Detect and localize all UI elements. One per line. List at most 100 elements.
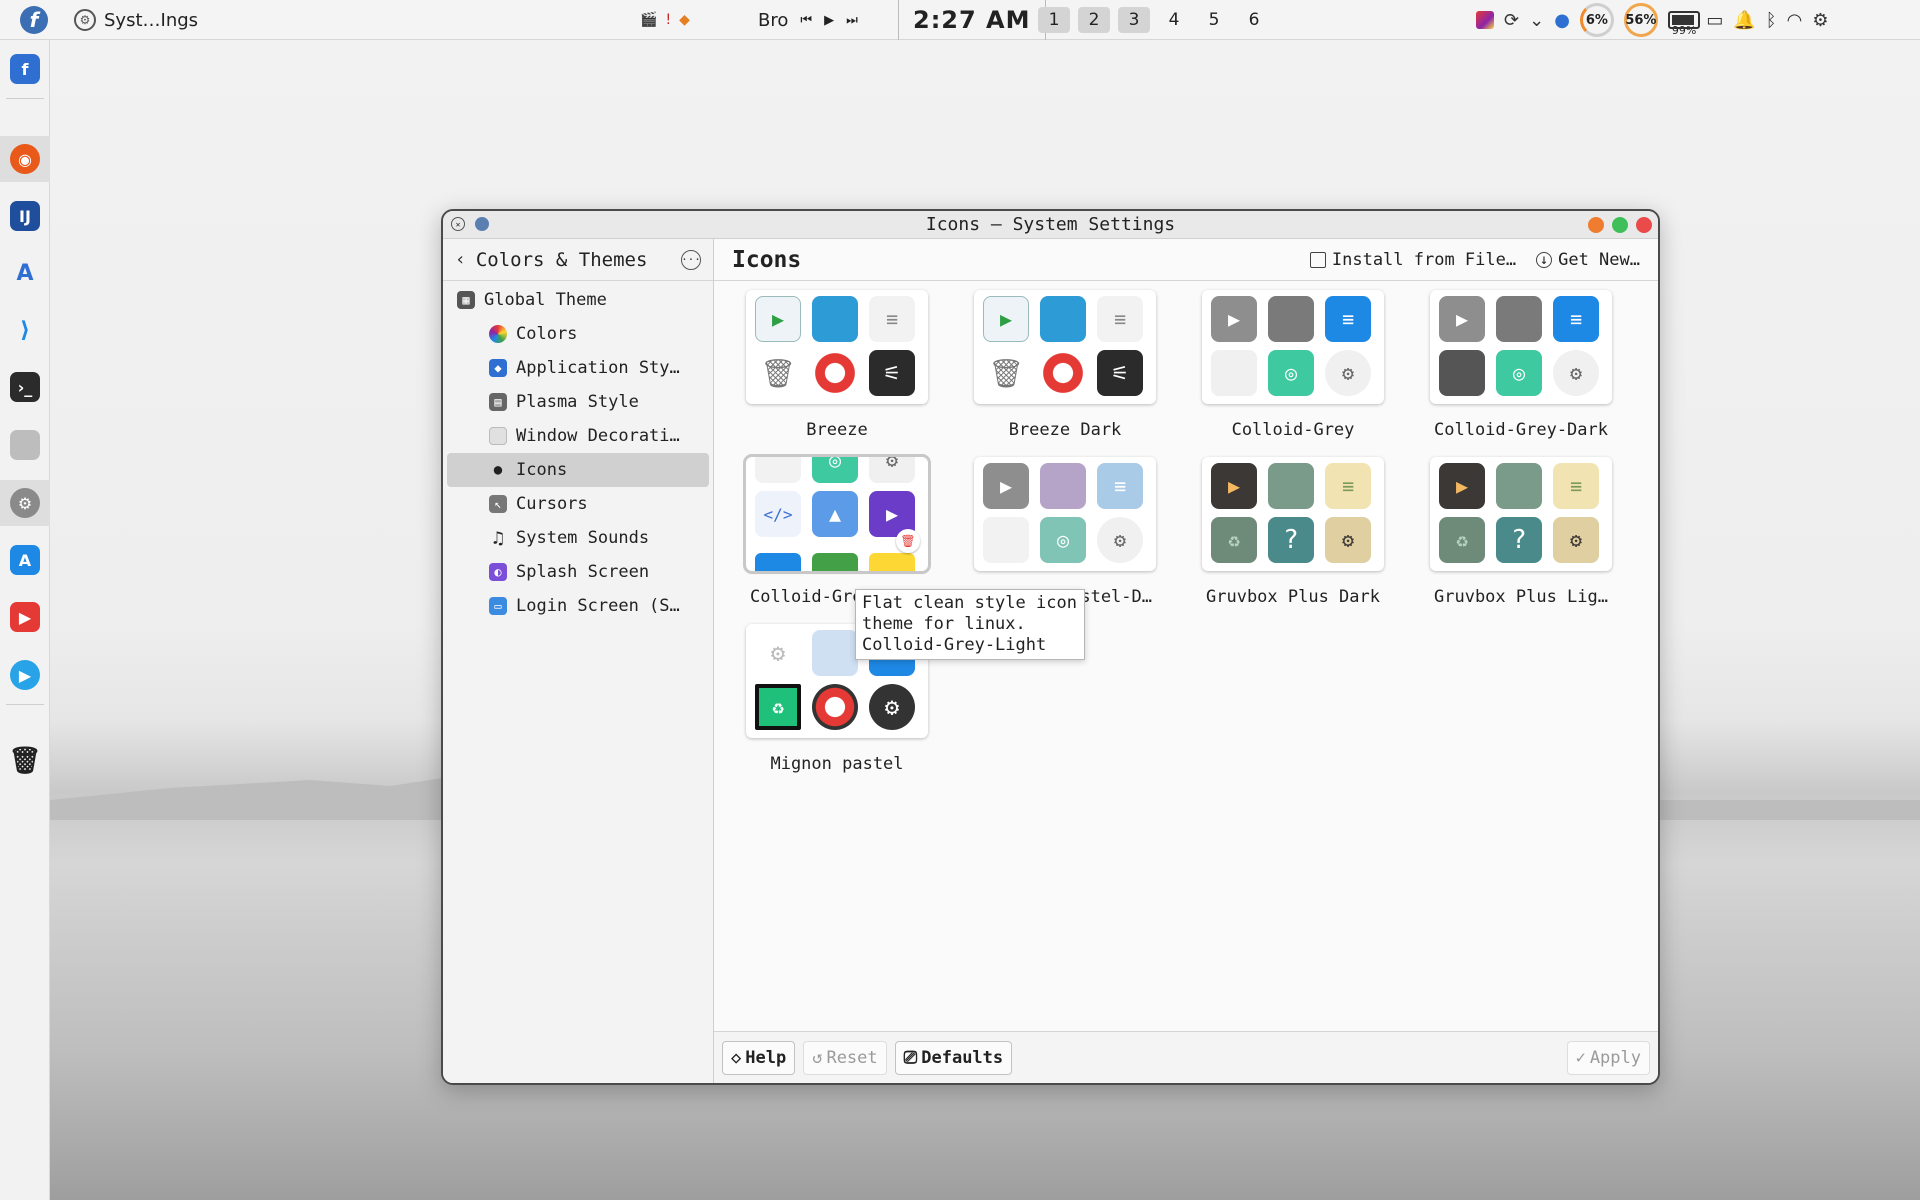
theme-name: Breeze Dark [1008,420,1122,440]
settings-gear-icon: ⚙ [1325,517,1371,563]
sidebar-item-global-theme[interactable]: ▦ Global Theme [447,283,709,317]
settings-sidebar: ‹ Colors & Themes ··· ▦ Global Theme Col… [443,239,714,1083]
system-settings-icon[interactable]: ⚙ [1812,10,1828,31]
trash-icon: 🗑 [760,356,796,390]
sidebar-item-window-decorations[interactable]: Window Decorati… [447,419,709,453]
battery-icon [1667,11,1700,29]
sidebar-item-icons[interactable]: ● Icons [447,453,709,487]
bluetooth-icon[interactable]: ᛒ [1766,10,1777,31]
more-options-icon[interactable]: ··· [681,249,701,270]
application-style-icon: ◆ [489,359,507,377]
fedora-app-icon[interactable]: f [10,54,40,84]
close-button[interactable] [1636,217,1652,233]
plasma-style-icon: ▤ [489,393,507,411]
document-icon: ≡ [1325,296,1371,342]
sidebar-item-label: Icons [516,460,568,480]
vscode-icon[interactable]: ⟩ [10,315,40,345]
image-viewer-icon: ▲ [812,491,858,537]
video-player-icon: ▶ [983,296,1029,342]
back-chevron-icon[interactable]: ‹ [455,249,466,270]
sidebar-item-label: Splash Screen [516,562,650,582]
theme-tile-breeze[interactable]: ▶ ≡ 🗑 ⚟ Breeze [723,290,951,440]
desktop-1[interactable]: 1 [1038,7,1070,33]
sidebar-item-cursors[interactable]: ↖ Cursors [447,487,709,521]
theme-tile-colloid-grey-dark[interactable]: ▶ ≡ ◎ ⚙ Colloid-Grey-Dark [1407,290,1635,440]
folder-icon [1040,296,1086,342]
theme-preview: ▶ ≡ 🗑 ⚟ [746,290,928,404]
window-titlebar[interactable]: ✕ Icons — System Settings [443,211,1658,239]
help-button[interactable]: ◇ Help [722,1040,796,1075]
sidebar-item-label: Plasma Style [516,392,639,412]
install-from-file-button[interactable]: Install from File… [1309,250,1516,270]
minimize-button[interactable] [1588,217,1604,233]
system-settings-icon[interactable]: ⚙ [10,488,40,518]
terminal-icon[interactable]: ›_ [10,372,40,402]
theme-tile-colloid-grey[interactable]: ▶ ≡ ◎ ⚙ Colloid-Grey [1179,290,1407,440]
active-window-indicator[interactable]: ⚙ Syst…Ings [74,0,198,40]
theme-tile-colloid-grey-light[interactable]: ◎ ⚙ </> ▲ ▶ 🗑 Colloid-Grey-Lig… [723,454,951,607]
active-window-title: Syst…Ings [104,9,199,31]
media-thumbnails[interactable]: 🎬 ! ◆ [640,0,690,40]
get-new-button[interactable]: ↓ Get New… [1536,250,1640,270]
sidebar-item-application-style[interactable]: ◆ Application Sty… [447,351,709,385]
app-cube-icon[interactable] [1476,11,1494,29]
sidebar-item-label: Cursors [516,494,588,514]
video-player-icon: ▶ [1211,463,1257,509]
remove-theme-icon[interactable]: 🗑 [896,529,920,553]
fedora-launcher[interactable]: f [20,0,48,40]
desktop-4[interactable]: 4 [1158,7,1190,33]
software-center-icon[interactable]: A [10,545,40,575]
sidebar-item-system-sounds[interactable]: ♫ System Sounds [447,521,709,555]
youtube-icon[interactable]: ▶ [10,602,40,632]
help-lifebuoy-icon: ◎ [1268,350,1314,396]
intellij-icon[interactable]: IJ [10,201,40,231]
dock-separator [6,98,44,99]
app-indicator-icon[interactable]: ● [1554,10,1570,31]
play-button[interactable]: ▶ [824,13,834,28]
previous-track-button[interactable]: ⏮ [800,13,812,28]
desktop-5[interactable]: 5 [1198,7,1230,33]
next-track-button[interactable]: ⏭ [846,13,858,28]
desktop-3[interactable]: 3 [1118,7,1150,33]
theme-tile-breeze-dark[interactable]: ▶ ≡ 🗑 ⚟ Breeze Dark [951,290,1179,440]
theme-tile-colloid-pastel-dark[interactable]: ▶ ≡ ◎ ⚙ Colloid-Pastel-D… [951,457,1179,607]
defaults-button[interactable]: ⎚ Defaults [894,1040,1013,1075]
media-player-icon[interactable]: ▶ [10,660,40,690]
icon-theme-grid: ▶ ≡ 🗑 ⚟ Breeze ▶ ≡ 🗑 ⚟ Breeze Dark ▶ ≡ ◎… [714,282,1658,774]
theme-tile-gruvbox-plus-dark[interactable]: ▶ ≡ ♻ ? ⚙ Gruvbox Plus Dark [1179,457,1407,607]
memory-monitor[interactable]: 56% [1623,3,1658,37]
apply-button[interactable]: ✓ Apply [1566,1040,1650,1075]
sync-icon[interactable]: ⟳ [1504,10,1519,31]
trash-icon[interactable]: 🗑 [9,746,42,776]
cpu-monitor[interactable]: 6% [1579,3,1614,37]
sidebar-item-plasma-style[interactable]: ▤ Plasma Style [447,385,709,419]
window-title: Icons — System Settings [925,214,1176,235]
sidebar-item-splash-screen[interactable]: ◐ Splash Screen [447,555,709,589]
maximize-button[interactable] [1612,217,1628,233]
files-folder-icon[interactable] [10,430,40,460]
reset-button[interactable]: ↺ Reset [803,1040,887,1075]
wifi-icon[interactable]: ◠ [1787,10,1803,31]
sidebar-header: ‹ Colors & Themes ··· [443,239,713,281]
clock[interactable]: 2:27 AM [898,0,1046,40]
firefox-icon[interactable]: ◉ [10,144,40,174]
settings-gear-icon: ⚙ [869,457,915,483]
app-store-icon[interactable]: A [10,258,40,288]
page-title: Icons [732,246,802,273]
sidebar-item-login-screen[interactable]: ▭ Login Screen (S… [447,589,709,623]
desktop-2[interactable]: 2 [1078,7,1110,33]
settings-gear-icon: ⚙ [74,9,96,31]
desktop-6[interactable]: 6 [1238,7,1270,33]
clipboard-icon[interactable]: ▭ [1706,10,1723,31]
sidebar-item-colors[interactable]: Colors [447,317,709,351]
chevron-down-icon[interactable]: ⌄ [1529,10,1544,31]
theme-name: Colloid-Grey-Dark [1434,420,1608,440]
notifications-bell-icon[interactable]: 🔔 [1733,10,1755,31]
reset-label: Reset [826,1047,878,1068]
trash-icon [1439,350,1485,396]
battery-indicator[interactable]: 99% [1667,4,1700,37]
theme-tile-gruvbox-plus-light[interactable]: ▶ ≡ ♻ ? ⚙ Gruvbox Plus Lig… [1407,457,1635,607]
colors-icon [489,325,507,343]
folder-icon [755,553,801,571]
theme-preview: ▶ ≡ ♻ ? ⚙ [1202,457,1384,571]
